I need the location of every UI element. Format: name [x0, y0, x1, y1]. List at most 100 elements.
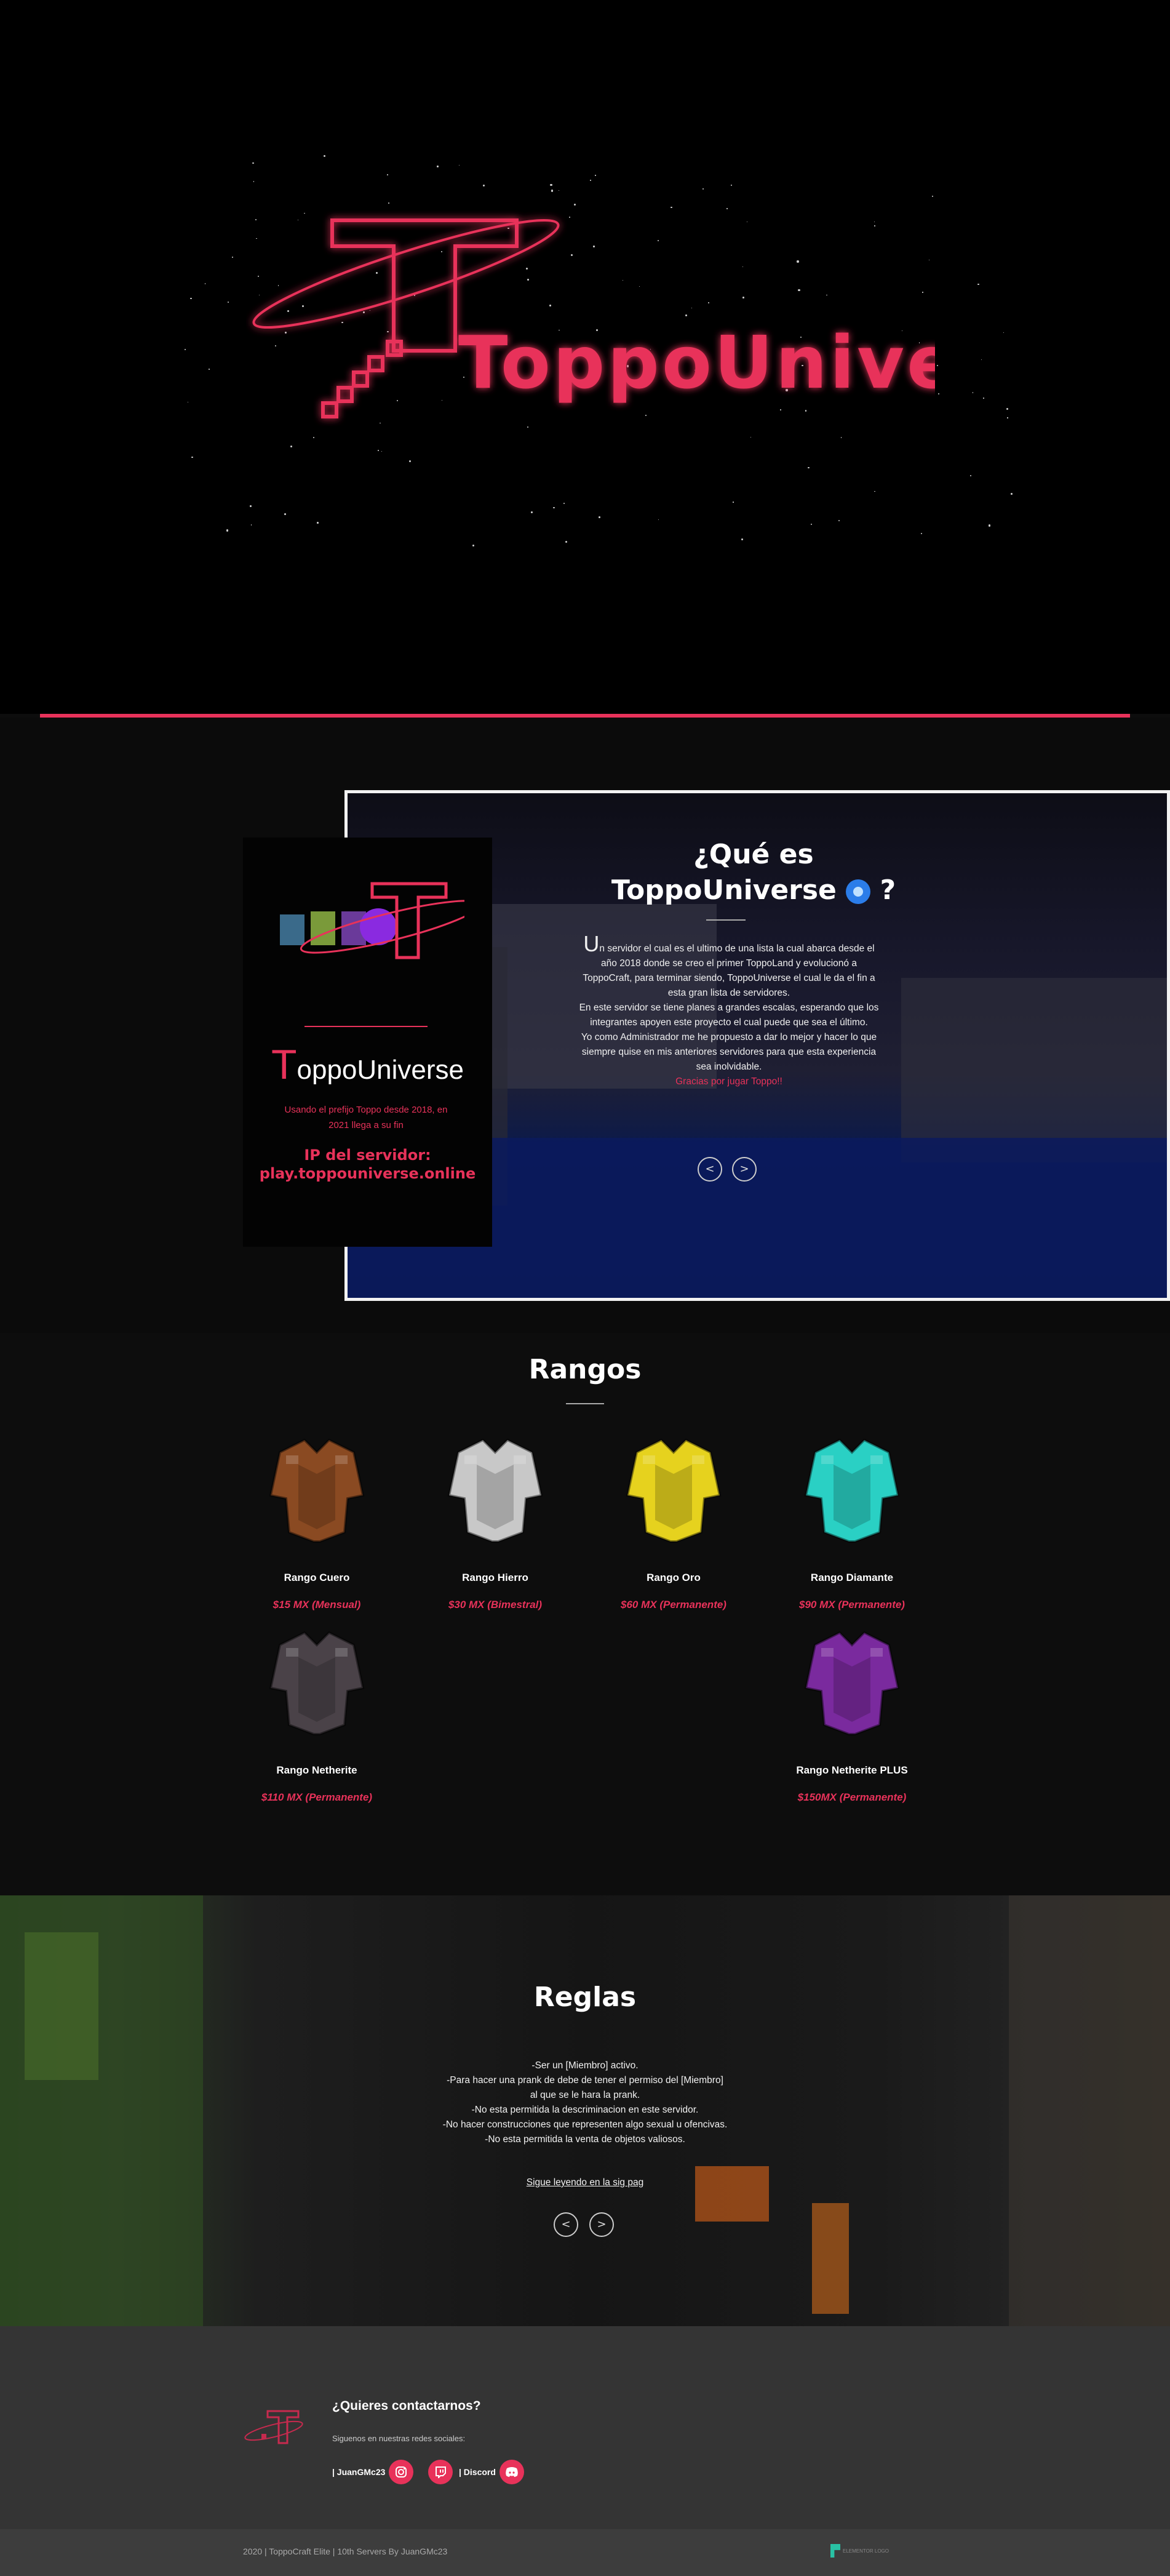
- star: [317, 522, 319, 524]
- instagram-icon[interactable]: [389, 2460, 414, 2484]
- star: [226, 529, 229, 532]
- server-card: ToppoUniverse Usando el prefijo Toppo de…: [243, 838, 492, 1247]
- about-heading: ¿Qué es ToppoUniverse ?: [587, 837, 920, 908]
- star: [1007, 417, 1008, 418]
- star: [733, 502, 734, 503]
- card-brand-initial: T: [271, 1041, 297, 1088]
- star: [191, 456, 193, 458]
- footer-badge[interactable]: ELEMENTOR LOGO: [830, 2544, 889, 2558]
- star: [590, 179, 592, 181]
- rank-card[interactable]: Rango Cuero $15 MX (Mensual): [237, 1428, 397, 1611]
- rank-price: $90 MX (Permanente): [799, 1599, 905, 1610]
- star: [231, 256, 233, 258]
- rank-name: Rango Cuero: [284, 1572, 350, 1583]
- about-thanks: Gracias por jugar Toppo!!: [675, 1076, 782, 1087]
- reglas-prev-button[interactable]: <: [554, 2212, 578, 2237]
- rule-item: -No esta permitida la venta de objetos v…: [485, 2134, 685, 2145]
- star: [983, 397, 985, 399]
- rank-price: $60 MX (Permanente): [621, 1599, 726, 1610]
- star: [284, 513, 286, 515]
- star: [531, 511, 533, 513]
- star: [565, 540, 568, 543]
- chestplate-icon: [269, 1631, 365, 1735]
- chestplate-icon: [804, 1438, 900, 1543]
- star: [459, 164, 460, 166]
- star: [553, 506, 555, 509]
- rangos-heading-underline: [566, 1403, 604, 1404]
- star: [838, 519, 840, 521]
- hero-logo-wordmark: ToppoUniverse: [458, 320, 935, 405]
- server-ip-address[interactable]: play.toppouniverse.online: [243, 1165, 492, 1182]
- discord-label: | Discord: [459, 2467, 496, 2477]
- star: [190, 297, 192, 300]
- rank-price: $30 MX (Bimestral): [448, 1599, 543, 1610]
- star: [981, 359, 982, 361]
- star: [702, 188, 704, 190]
- card-tagline: Usando el prefijo Toppo desde 2018, en 2…: [284, 1105, 448, 1130]
- rank-card[interactable]: Rango Netherite $110 MX (Permanente): [237, 1620, 397, 1804]
- about-slider-controls: < >: [698, 1157, 759, 1182]
- about-description: Un servidor el cual es el ultimo de una …: [575, 933, 883, 1089]
- about-prev-button[interactable]: <: [698, 1157, 722, 1182]
- star: [1003, 332, 1005, 334]
- chestplate-icon: [447, 1438, 543, 1543]
- star: [387, 174, 388, 175]
- star: [408, 460, 412, 463]
- twitch-icon[interactable]: [428, 2460, 453, 2484]
- about-paragraph-2: En este servidor se tiene planes a grand…: [579, 1002, 879, 1028]
- star: [472, 545, 475, 547]
- reglas-slider-controls: < >: [554, 2212, 618, 2237]
- star: [1010, 493, 1013, 495]
- reglas-list: -Ser un [Miembro] activo. -Para hacer un…: [0, 2058, 1170, 2147]
- chestplate-icon: [626, 1438, 722, 1543]
- rank-card[interactable]: Rango Hierro $30 MX (Bimestral): [415, 1428, 575, 1611]
- contact-heading: ¿Quieres contactarnos?: [332, 2399, 481, 2413]
- star: [185, 348, 186, 350]
- server-ip-label: IP del servidor:: [304, 1146, 431, 1164]
- star: [730, 184, 732, 186]
- star: [250, 505, 252, 507]
- star: [970, 474, 972, 476]
- hero-section: ToppoUniverse: [0, 0, 1170, 714]
- star: [932, 196, 934, 198]
- star: [550, 184, 552, 186]
- footer-badge-text: ELEMENTOR LOGO: [843, 2548, 889, 2554]
- rank-name: Rango Oro: [647, 1572, 701, 1583]
- star: [938, 393, 940, 395]
- chestplate-icon: [269, 1438, 365, 1543]
- star: [1006, 407, 1009, 410]
- about-next-button[interactable]: >: [732, 1157, 757, 1182]
- rank-name: Rango Hierro: [462, 1572, 528, 1583]
- discord-icon[interactable]: [499, 2460, 524, 2484]
- rangos-heading: Rangos: [528, 1354, 642, 1385]
- star: [741, 538, 744, 540]
- star: [378, 449, 380, 451]
- rank-name: Rango Netherite: [276, 1764, 357, 1776]
- star: [209, 368, 210, 370]
- star: [551, 190, 553, 192]
- toppouniverse-logo: ToppoUniverse: [252, 218, 935, 418]
- star: [437, 166, 439, 167]
- chestplate-icon: [804, 1631, 900, 1735]
- about-paragraph-3: Yo como Administrador me he propuesto a …: [581, 1032, 877, 1072]
- rule-item: -No esta permitida la descriminacion en …: [471, 2105, 699, 2115]
- rank-card[interactable]: Rango Diamante $90 MX (Permanente): [772, 1428, 932, 1611]
- star: [658, 519, 659, 520]
- about-dropcap: U: [583, 931, 600, 956]
- rank-card[interactable]: Rango Oro $60 MX (Permanente): [594, 1428, 754, 1611]
- about-heading-line1: ¿Qué es: [693, 839, 814, 870]
- instagram-handle: | JuanGMc23: [332, 2467, 386, 2477]
- star: [977, 284, 979, 286]
- instagram-social: | JuanGMc23: [332, 2458, 414, 2486]
- page-footer: 2020 | ToppoCraft Elite | 10th Servers B…: [0, 2529, 1170, 2576]
- contact-logo-icon: [244, 2410, 303, 2444]
- rule-item: al que se le hara la prank.: [530, 2090, 640, 2100]
- discord-social: | Discord: [459, 2458, 524, 2486]
- reglas-continue-link[interactable]: Sigue leyendo en la sig pag: [0, 2177, 1170, 2188]
- star: [599, 516, 601, 518]
- about-heading-suffix: ?: [880, 874, 896, 906]
- reglas-next-button[interactable]: >: [589, 2212, 614, 2237]
- rank-card[interactable]: Rango Netherite PLUS $150MX (Permanente): [772, 1620, 932, 1804]
- elementor-logo-icon: [830, 2544, 840, 2558]
- star: [563, 503, 565, 505]
